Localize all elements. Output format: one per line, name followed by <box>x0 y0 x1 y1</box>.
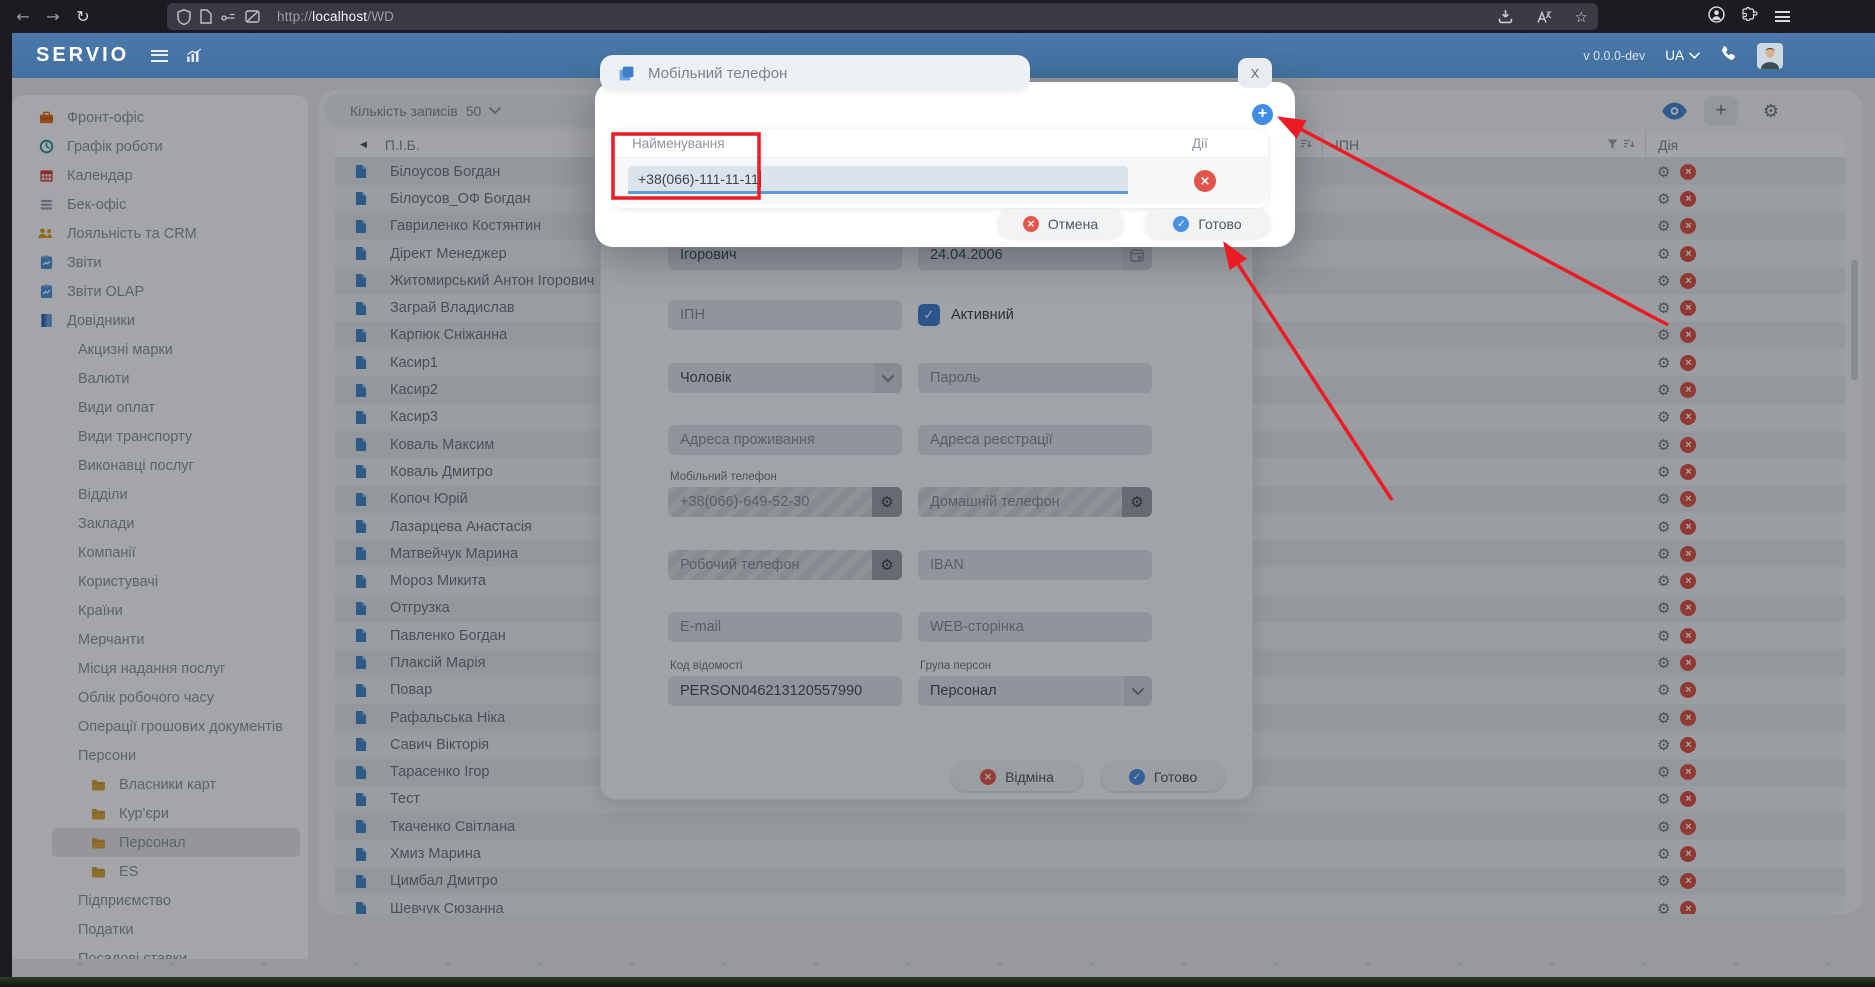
app-menu-icon[interactable] <box>151 50 168 62</box>
shield-icon[interactable] <box>177 9 191 25</box>
reader-icon[interactable] <box>221 11 236 22</box>
close-button[interactable]: X <box>1238 58 1272 88</box>
app-logo: SERVIO <box>36 44 129 67</box>
modal-done-button[interactable]: ✓ Готово <box>1145 209 1270 238</box>
modal-column-name: Найменування <box>612 136 725 151</box>
chevron-down-icon <box>1689 52 1700 59</box>
phone-name-input[interactable]: +38(066)-111-11-11 <box>628 166 1128 194</box>
page-icon[interactable] <box>200 9 212 24</box>
menu-icon[interactable] <box>1775 11 1790 22</box>
translate-icon[interactable] <box>1536 10 1552 24</box>
cancel-x-icon: × <box>1023 216 1039 232</box>
browser-chrome: ← → ↻ http://localhost/WD ☆ <box>0 0 1875 33</box>
url-text: http://localhost/WD <box>277 9 394 24</box>
modal-title: Мобільний телефон <box>648 65 787 82</box>
stats-chart-icon[interactable] <box>186 48 203 63</box>
add-row-button[interactable]: + <box>1252 104 1273 125</box>
taskbar <box>0 977 1875 987</box>
reload-icon[interactable]: ↻ <box>68 7 98 26</box>
modal-cancel-button[interactable]: × Отмена <box>998 209 1123 238</box>
app-version: v 0.0.0-dev <box>1583 49 1645 63</box>
mobile-phone-modal: Мобільний телефон X + Найменування Дії +… <box>595 55 1295 250</box>
bookmark-star-icon[interactable]: ☆ <box>1575 8 1588 26</box>
modal-title-bar: Мобільний телефон <box>600 55 1030 91</box>
shield-off-icon[interactable] <box>245 10 260 23</box>
modal-column-actions: Дії <box>1192 136 1208 151</box>
text-cursor <box>760 171 762 187</box>
copy-squares-icon <box>618 65 635 82</box>
done-check-icon: ✓ <box>1173 216 1189 232</box>
user-avatar[interactable] <box>1757 43 1783 69</box>
delete-row-button[interactable]: × <box>1194 170 1216 192</box>
forward-icon[interactable]: → <box>38 7 68 26</box>
back-icon[interactable]: ← <box>8 7 38 26</box>
modal-list-row: +38(066)-111-11-11 × <box>612 158 1268 204</box>
download-icon[interactable] <box>1498 9 1513 24</box>
url-bar[interactable]: http://localhost/WD ☆ <box>167 3 1598 30</box>
modal-list-panel: Найменування Дії +38(066)-111-11-11 × <box>612 130 1268 208</box>
language-selector[interactable]: UA <box>1665 48 1700 63</box>
extensions-icon[interactable] <box>1742 6 1758 27</box>
phone-icon[interactable] <box>1720 45 1737 67</box>
account-icon[interactable] <box>1708 6 1725 28</box>
